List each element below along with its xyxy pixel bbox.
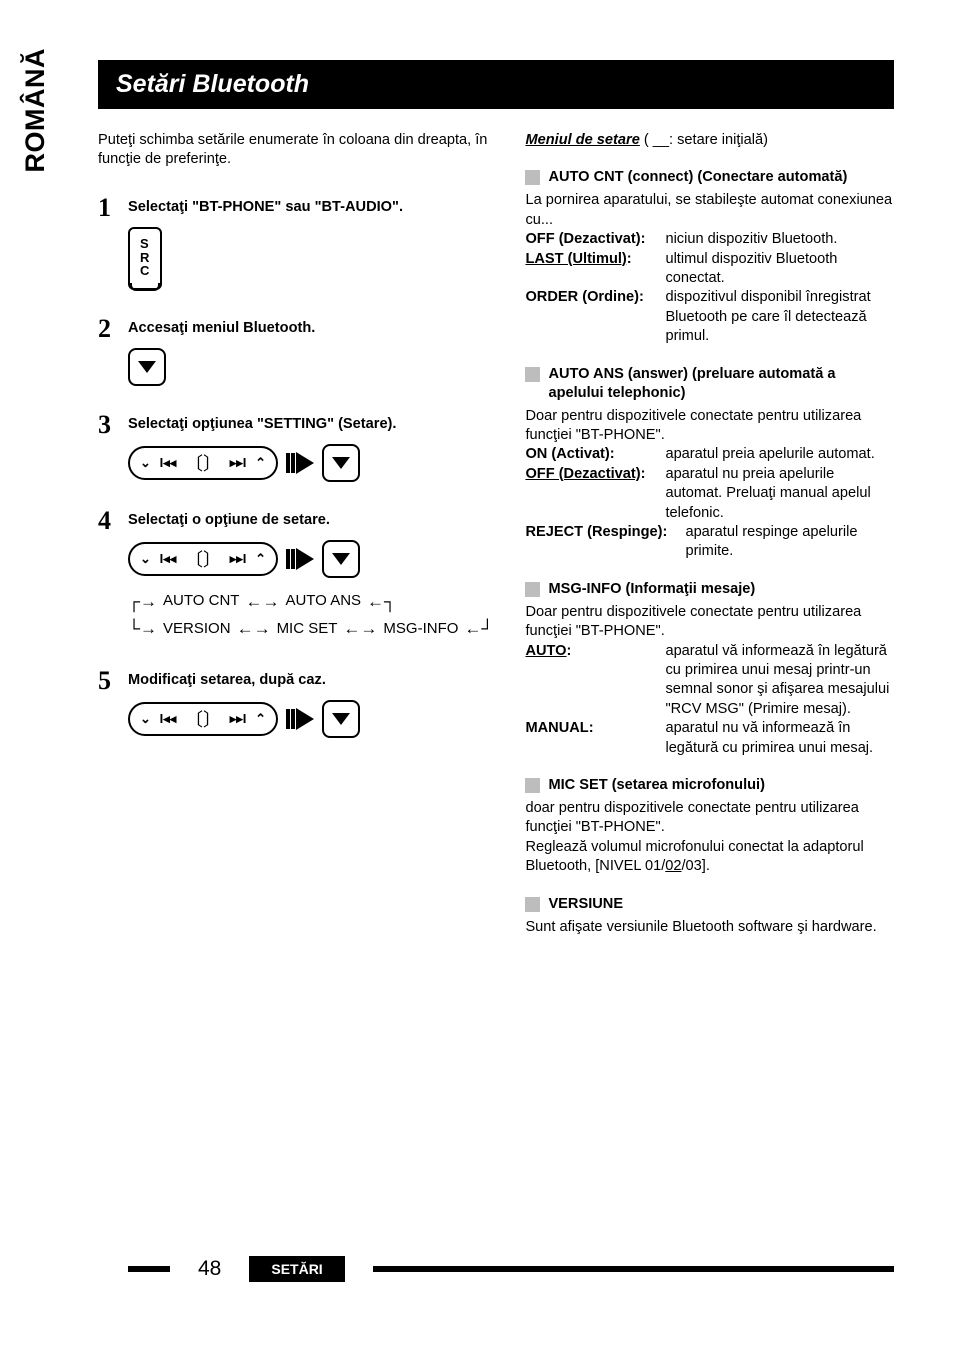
next-track-icon: ▸▸I <box>230 551 247 567</box>
square-bullet-icon <box>525 582 540 597</box>
step-4-text: Selectaţi o opţiune de setare. <box>128 511 493 530</box>
auto-cnt-order: ORDER (Ordine): dispozitivul disponibil … <box>525 288 894 346</box>
chevron-down-small-icon: ⌄ <box>140 551 151 567</box>
auto-cnt-heading: AUTO CNT (connect) (Conectare automată) <box>525 168 894 187</box>
step-1-text: Selectaţi "BT-PHONE" sau "BT-AUDIO". <box>128 198 493 217</box>
menu-note: ( __: setare iniţială) <box>640 132 768 148</box>
square-bullet-icon <box>525 897 540 912</box>
square-bullet-icon <box>525 367 540 382</box>
auto-ans-off: OFF (Dezactivat): aparatul nu preia apel… <box>525 465 894 523</box>
down-button[interactable] <box>128 348 166 386</box>
step-4-number: 4 <box>98 508 128 534</box>
chevron-up-small-icon: ⌃ <box>255 551 266 567</box>
intro-text: Puteţi schimba setările enumerate în col… <box>98 131 493 169</box>
msg-info-auto: AUTO: aparatul vă informează în legătură… <box>525 642 894 720</box>
chevron-down-small-icon: ⌄ <box>140 455 151 471</box>
step-2-text: Accesaţi meniul Bluetooth. <box>128 319 493 338</box>
msg-info-desc: Doar pentru dispozitivele conectate pent… <box>525 603 894 642</box>
auto-cnt-off: OFF (Dezactivat): niciun dispozitiv Blue… <box>525 230 894 249</box>
chevron-down-icon <box>138 361 156 373</box>
step-5-number: 5 <box>98 668 128 694</box>
rocker-control[interactable]: ⌄ I◂◂ 〔〕 ▸▸I ⌃ <box>128 542 278 576</box>
menu-header: Meniul de setare <box>525 132 639 148</box>
chevron-down-icon <box>332 457 350 469</box>
chevron-up-small-icon: ⌃ <box>255 455 266 471</box>
src-button[interactable]: S R C <box>128 227 162 290</box>
down-button[interactable] <box>322 540 360 578</box>
arrow-right-icon <box>286 708 314 730</box>
prev-track-icon: I◂◂ <box>160 455 177 471</box>
arrow-right-icon <box>286 548 314 570</box>
msg-info-manual: MANUAL: aparatul nu vă informează în leg… <box>525 719 894 758</box>
auto-ans-heading: AUTO ANS (answer) (preluare automată a a… <box>525 365 894 403</box>
arrow-right-icon <box>286 452 314 474</box>
auto-ans-on: ON (Activat): aparatul preia apelurile a… <box>525 445 894 464</box>
mic-set-desc-2: Reglează volumul microfonului conectat l… <box>525 838 894 877</box>
step-5-text: Modificaţi setarea, după caz. <box>128 671 493 690</box>
language-tab: ROMÂNĂ <box>20 48 51 173</box>
chevron-down-icon <box>332 553 350 565</box>
step-1-number: 1 <box>98 195 128 221</box>
version-desc: Sunt afişate versiunile Bluetooth softwa… <box>525 918 894 937</box>
option-flow-diagram: ┌→ AUTO CNT ←→ AUTO ANS ←┐ └→ VERSION ←→… <box>128 588 493 642</box>
rocker-control[interactable]: ⌄ I◂◂ 〔〕 ▸▸I ⌃ <box>128 446 278 480</box>
page-content: Setări Bluetooth Puteţi schimba setările… <box>98 60 894 1288</box>
divider-icon: 〔〕 <box>185 546 221 572</box>
footer-rule <box>373 1266 894 1272</box>
divider-icon: 〔〕 <box>185 450 221 476</box>
page-footer: 48 SETĂRI <box>128 1256 894 1282</box>
square-bullet-icon <box>525 778 540 793</box>
version-heading: VERSIUNE <box>525 895 894 914</box>
left-column: Puteţi schimba setările enumerate în col… <box>98 131 493 937</box>
page-number: 48 <box>198 1257 221 1281</box>
msg-info-heading: MSG-INFO (Informaţii mesaje) <box>525 580 894 599</box>
menu-header-line: Meniul de setare ( __: setare iniţială) <box>525 131 894 150</box>
auto-ans-desc: Doar pentru dispozitivele conectate pent… <box>525 407 894 446</box>
chevron-down-icon <box>332 713 350 725</box>
section-title-bar: Setări Bluetooth <box>98 60 894 109</box>
next-track-icon: ▸▸I <box>230 455 247 471</box>
down-button[interactable] <box>322 700 360 738</box>
auto-cnt-last: LAST (Ultimul): ultimul dispozitiv Bluet… <box>525 250 894 289</box>
step-2-number: 2 <box>98 316 128 342</box>
mic-set-desc-1: doar pentru dispozitivele conectate pent… <box>525 799 894 838</box>
next-track-icon: ▸▸I <box>230 711 247 727</box>
step-3-number: 3 <box>98 412 128 438</box>
auto-ans-reject: REJECT (Respinge): aparatul respinge ape… <box>525 523 894 562</box>
section-title: Setări Bluetooth <box>116 70 309 99</box>
right-column: Meniul de setare ( __: setare iniţială) … <box>525 131 894 937</box>
auto-cnt-desc: La pornirea aparatului, se stabileşte au… <box>525 191 894 230</box>
divider-icon: 〔〕 <box>185 706 221 732</box>
footer-label: SETĂRI <box>249 1256 344 1282</box>
step-3-text: Selectaţi opţiunea "SETTING" (Setare). <box>128 415 493 434</box>
prev-track-icon: I◂◂ <box>160 551 177 567</box>
rocker-control[interactable]: ⌄ I◂◂ 〔〕 ▸▸I ⌃ <box>128 702 278 736</box>
square-bullet-icon <box>525 170 540 185</box>
chevron-up-small-icon: ⌃ <box>255 711 266 727</box>
down-button[interactable] <box>322 444 360 482</box>
mic-set-heading: MIC SET (setarea microfonului) <box>525 776 894 795</box>
prev-track-icon: I◂◂ <box>160 711 177 727</box>
footer-accent <box>128 1266 170 1272</box>
chevron-down-small-icon: ⌄ <box>140 711 151 727</box>
